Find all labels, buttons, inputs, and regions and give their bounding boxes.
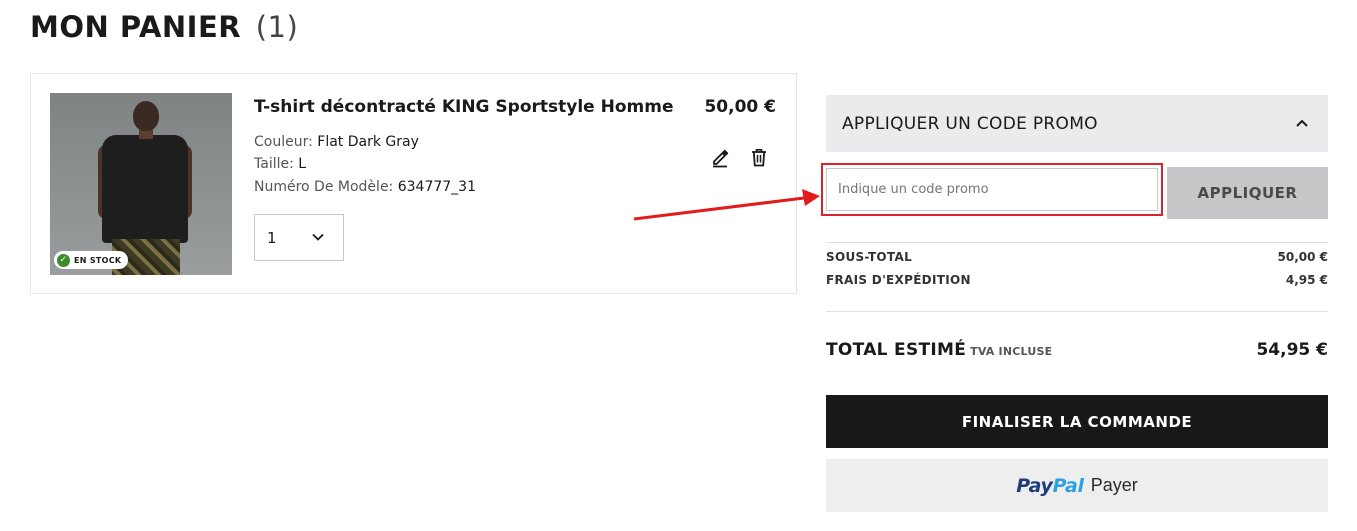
shipping-label: FRAIS D'EXPÉDITION — [826, 273, 971, 287]
stock-badge-label: EN STOCK — [74, 255, 122, 265]
quantity-value: 1 — [267, 228, 277, 247]
promo-code-toggle[interactable]: APPLIQUER UN CODE PROMO — [826, 95, 1328, 152]
product-size: Taille: L — [254, 156, 306, 172]
annotation-arrow — [633, 189, 820, 221]
product-color: Couleur: Flat Dark Gray — [254, 134, 419, 150]
quantity-select[interactable]: 1 — [254, 214, 344, 261]
paypal-button[interactable]: PayPal Payer — [826, 459, 1328, 512]
size-value: L — [298, 156, 307, 172]
cart-count: (1) — [255, 10, 299, 44]
color-label: Couleur: — [254, 134, 318, 150]
chevron-down-icon — [312, 233, 324, 241]
product-model: Numéro De Modèle: 634777_31 — [254, 179, 476, 195]
checkout-button[interactable]: FINALISER LA COMMANDE — [826, 395, 1328, 448]
stock-badge: ✓ EN STOCK — [54, 251, 129, 269]
divider — [826, 242, 1328, 243]
total-value: 54,95 € — [1256, 340, 1328, 360]
chevron-up-icon — [1296, 119, 1308, 127]
model-label: Numéro De Modèle: — [254, 179, 398, 195]
total-label: TOTAL ESTIMÉ TVA INCLUSE — [826, 340, 1052, 360]
promo-input-highlight — [821, 163, 1163, 216]
product-price: 50,00 € — [704, 97, 776, 117]
paypal-logo: PayPal — [1016, 474, 1084, 497]
apply-promo-button[interactable]: APPLIQUER — [1167, 167, 1328, 219]
size-label: Taille: — [254, 156, 299, 172]
trash-icon[interactable] — [748, 146, 770, 168]
promo-code-input[interactable] — [826, 168, 1158, 211]
tva-label: TVA INCLUSE — [970, 345, 1053, 358]
pencil-icon[interactable] — [709, 146, 731, 168]
subtotal-value: 50,00 € — [1277, 250, 1328, 264]
model-value: 634777_31 — [397, 179, 476, 195]
page-title: MON PANIER (1) — [30, 10, 298, 44]
shipping-value: 4,95 € — [1285, 273, 1328, 287]
cart-item-card: ✓ EN STOCK T-shirt décontracté KING Spor… — [30, 73, 797, 294]
paypal-label: Payer — [1090, 475, 1138, 495]
color-value: Flat Dark Gray — [317, 134, 419, 150]
total-label-text: TOTAL ESTIMÉ — [826, 340, 967, 360]
page-title-text: MON PANIER — [30, 10, 242, 44]
promo-header-label: APPLIQUER UN CODE PROMO — [842, 113, 1098, 134]
subtotal-label: SOUS-TOTAL — [826, 250, 913, 264]
check-circle-icon: ✓ — [57, 253, 70, 267]
divider — [826, 311, 1328, 312]
product-image[interactable]: ✓ EN STOCK — [50, 93, 232, 275]
product-name[interactable]: T-shirt décontracté KING Sportstyle Homm… — [254, 97, 674, 117]
